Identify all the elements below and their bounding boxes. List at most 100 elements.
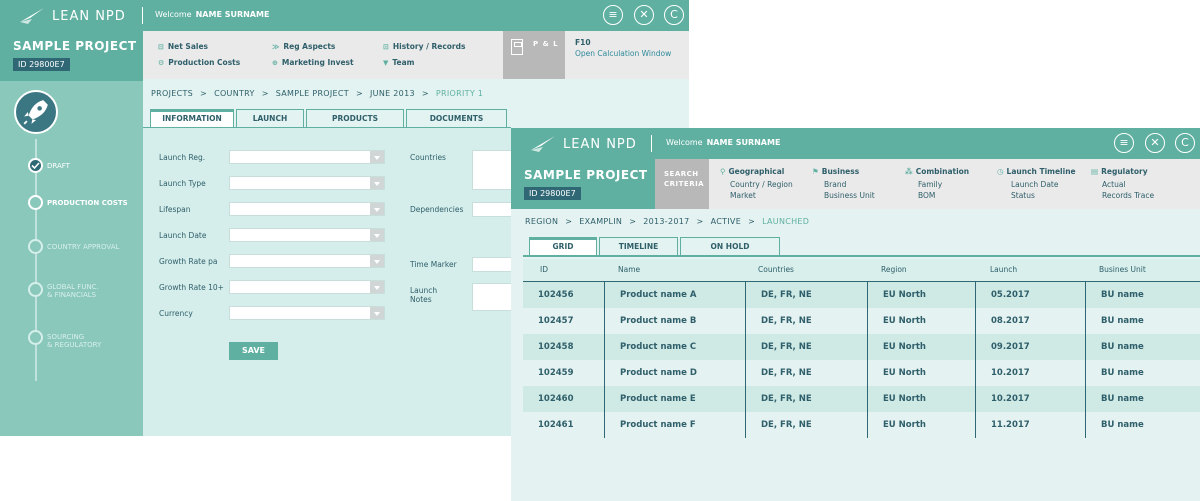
criteria-business[interactable]: ⚑ Business: [812, 167, 859, 176]
criteria-item[interactable]: Market: [730, 191, 756, 200]
criteria-regulatory[interactable]: ▤ Regulatory: [1091, 167, 1148, 176]
step-label: GLOBAL FUNC. & FINANCIALS: [47, 283, 99, 299]
launch-type-select[interactable]: [229, 176, 385, 190]
cell-business-unit: BU name: [1101, 316, 1144, 326]
welcome-text: Welcome NAME SURNAME: [666, 138, 781, 147]
criteria-item[interactable]: Business Unit: [824, 191, 875, 200]
field-label: Growth Rate pa: [159, 257, 218, 266]
project-id: ID 29800E7: [524, 187, 581, 200]
tab-on-hold[interactable]: ON HOLD: [680, 237, 780, 255]
growth-rate-pa-select[interactable]: [229, 254, 385, 268]
criteria-item[interactable]: BOM: [918, 191, 935, 200]
project-header: SAMPLE PROJECT ID 29800E7: [511, 159, 655, 209]
cell-launch: 11.2017: [976, 412, 1086, 438]
table-row[interactable]: 102460 Product name E DE, FR, NE EU North 10…: [523, 386, 1200, 412]
breadcrumb-item[interactable]: COUNTRY: [214, 89, 255, 98]
divider: [651, 135, 652, 152]
time-marker-field[interactable]: [472, 257, 512, 272]
close-icon[interactable]: ✕: [634, 5, 654, 25]
cell-name: Product name D: [605, 360, 746, 386]
table-row[interactable]: 102457 Product name B DE, FR, NE EU North 08…: [523, 308, 1200, 334]
column-header-region[interactable]: Region: [881, 265, 907, 274]
table-row[interactable]: 102461 Product name F DE, FR, NE EU North 11…: [523, 412, 1200, 438]
breadcrumb-item[interactable]: REGION: [525, 217, 558, 226]
column-header-business-unit[interactable]: Busines Unit: [1099, 265, 1146, 274]
step-sourcing-regulatory[interactable]: [28, 330, 43, 345]
tab-grid[interactable]: GRID: [529, 237, 597, 255]
cell-business-unit: BU name: [1101, 394, 1144, 404]
launch-grid-window: LEAN NPD Welcome NAME SURNAME ≡ ✕ C SAMPL…: [511, 128, 1200, 501]
field-label: Launch Type: [159, 179, 206, 188]
copyright-icon[interactable]: C: [664, 5, 684, 25]
lifespan-select[interactable]: [229, 202, 385, 216]
menu-item-net-sales[interactable]: ⊟ Net Sales: [158, 42, 208, 51]
cell-countries: DE, FR, NE: [746, 360, 868, 386]
criteria-item[interactable]: Country / Region: [730, 180, 793, 189]
criteria-item[interactable]: Family: [918, 180, 942, 189]
menu-item-history-records[interactable]: ⊡ History / Records: [383, 42, 465, 51]
cell-countries: DE, FR, NE: [746, 308, 868, 334]
cell-region: EU North: [868, 386, 976, 412]
stepper: DRAFT PRODUCTION COSTS COUNTRY APPROVAL …: [0, 81, 143, 436]
tab-documents[interactable]: DOCUMENTS: [406, 109, 507, 127]
rocket-icon: [14, 90, 58, 134]
breadcrumb-item[interactable]: PROJECTS: [151, 89, 193, 98]
menu-item-marketing-invest[interactable]: ⊕ Marketing Invest: [272, 58, 354, 67]
menu-item-production-costs[interactable]: ⚙ Production Costs: [158, 58, 240, 67]
menu-icon[interactable]: ≡: [603, 5, 623, 25]
tab-information[interactable]: INFORMATION: [150, 109, 234, 127]
criteria-item[interactable]: Status: [1011, 191, 1035, 200]
close-icon[interactable]: ✕: [1145, 133, 1165, 153]
table-row[interactable]: 102458 Product name C DE, FR, NE EU North 09…: [523, 334, 1200, 360]
cell-launch: 10.2017: [976, 360, 1086, 386]
column-header-name[interactable]: Name: [618, 265, 640, 274]
criteria-item[interactable]: Actual: [1102, 180, 1126, 189]
breadcrumb-item[interactable]: 2013-2017: [643, 217, 689, 226]
criteria-item[interactable]: Records Trace: [1102, 191, 1154, 200]
pl-button[interactable]: P & L: [503, 31, 565, 79]
column-header-launch[interactable]: Launch: [990, 265, 1017, 274]
menu-item-reg-aspects[interactable]: ≫ Reg Aspects: [272, 42, 335, 51]
table-row[interactable]: 102456 Product name A DE, FR, NE EU North 05…: [523, 282, 1200, 308]
step-draft[interactable]: [28, 158, 43, 173]
column-header-id[interactable]: ID: [540, 265, 548, 274]
table-row[interactable]: 102459 Product name D DE, FR, NE EU North 10…: [523, 360, 1200, 386]
launch-date-select[interactable]: [229, 228, 385, 242]
step-country-approval[interactable]: [28, 239, 43, 254]
dependencies-field[interactable]: [472, 202, 512, 217]
criteria-combination[interactable]: ⁂ Combination: [905, 167, 969, 176]
criteria-item[interactable]: Launch Date: [1011, 180, 1058, 189]
breadcrumb-item[interactable]: SAMPLE PROJECT: [276, 89, 349, 98]
save-button[interactable]: SAVE: [229, 342, 278, 360]
column-header-countries[interactable]: Countries: [758, 265, 794, 274]
countries-field[interactable]: [472, 150, 512, 190]
project-title: SAMPLE PROJECT: [524, 168, 648, 182]
logo-icon: [20, 8, 44, 24]
tab-launch[interactable]: LAUNCH: [236, 109, 304, 127]
breadcrumb-item[interactable]: JUNE 2013: [370, 89, 415, 98]
step-production-costs[interactable]: [28, 195, 43, 210]
breadcrumb: PROJECTS > COUNTRY > SAMPLE PROJECT > JUNE 201…: [151, 89, 484, 98]
tab-products[interactable]: PRODUCTS: [306, 109, 404, 127]
menu-item-team[interactable]: ▼ Team: [383, 58, 414, 67]
top-bar: LEAN NPD Welcome NAME SURNAME ≡ ✕ C: [511, 128, 1200, 159]
step-global-financials[interactable]: [28, 282, 43, 297]
cell-countries: DE, FR, NE: [746, 386, 868, 412]
criteria-geographical[interactable]: ⚲ Geographical: [720, 167, 784, 176]
criteria-launch-timeline[interactable]: ◷ Launch Timeline: [997, 167, 1076, 176]
currency-select[interactable]: [229, 306, 385, 320]
copyright-icon[interactable]: C: [1175, 133, 1195, 153]
launch-reg-select[interactable]: [229, 150, 385, 164]
growth-rate-10-select[interactable]: [229, 280, 385, 294]
cell-name: Product name C: [605, 334, 746, 360]
breadcrumb-item[interactable]: EXAMPLIN: [579, 217, 622, 226]
launch-notes-field[interactable]: [472, 283, 512, 311]
calculation-shortcut[interactable]: F10 Open Calculation Window: [565, 31, 689, 79]
criteria-item[interactable]: Brand: [824, 180, 846, 189]
tab-timeline[interactable]: TIMELINE: [599, 237, 678, 255]
breadcrumb: REGION > EXAMPLIN >2013-2017 > ACTIVE > LAUNCHE…: [525, 217, 810, 226]
cell-business-unit: BU name: [1101, 342, 1144, 352]
breadcrumb-item[interactable]: ACTIVE: [711, 217, 742, 226]
tab-underline: [523, 255, 1200, 257]
menu-icon[interactable]: ≡: [1114, 133, 1134, 153]
